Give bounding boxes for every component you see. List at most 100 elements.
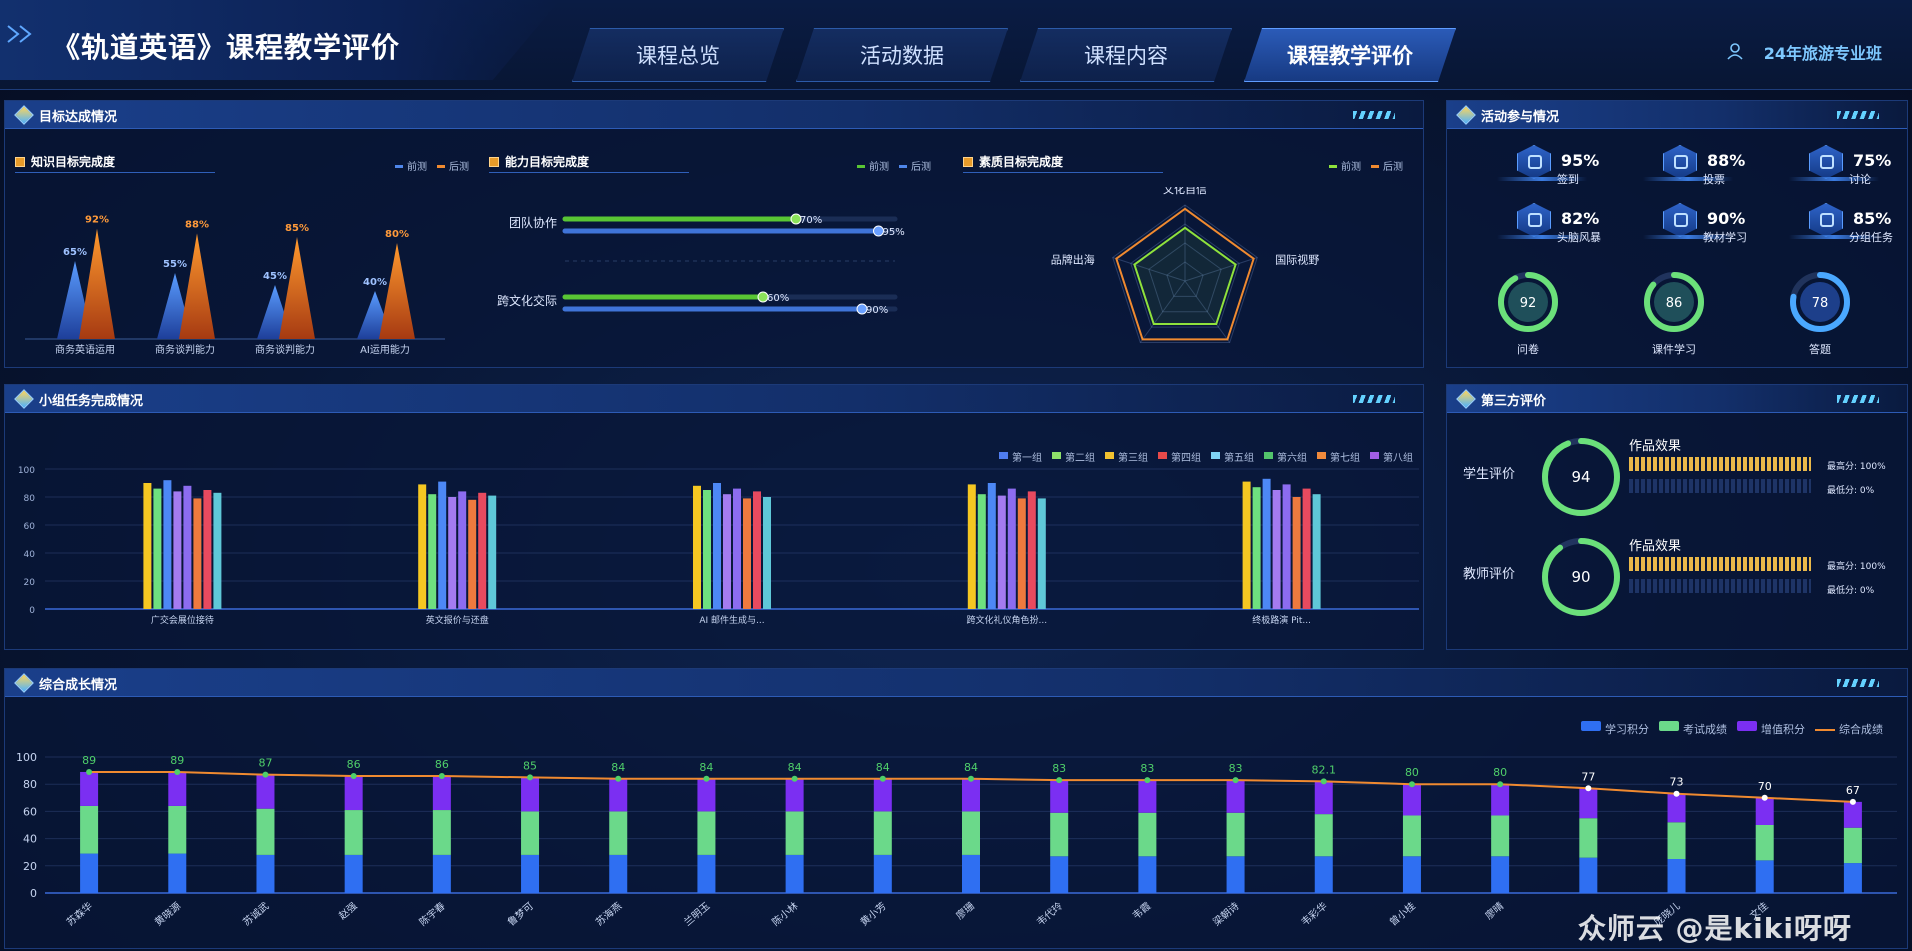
- stacked-bar: [1226, 780, 1245, 813]
- knowledge-title: 知识目标完成度: [31, 155, 116, 169]
- panel-title: 综合成长情况: [39, 678, 118, 693]
- y-tick-label: 60: [24, 522, 36, 532]
- dashboard: 《轨道英语》课程教学评价 课程总览 活动数据 课程内容 课程教学评价 24年旅游…: [0, 0, 1912, 951]
- total-score-point: [615, 775, 622, 782]
- student-name: 兰明玉: [681, 899, 712, 928]
- total-score-point: [350, 773, 357, 780]
- stacked-bar: [432, 776, 451, 811]
- total-score-label: 89: [170, 754, 184, 767]
- metric-label: 作品效果: [1629, 439, 1682, 454]
- total-score-label: 84: [964, 761, 978, 774]
- group-bar: [1282, 484, 1291, 609]
- legend-item: 第四组: [1158, 449, 1201, 464]
- tab-course-content[interactable]: 课程内容: [1020, 28, 1232, 82]
- diamond-icon: [14, 389, 34, 409]
- stat-label: 讨论: [1849, 173, 1871, 186]
- min-score-bar: [1629, 579, 1811, 593]
- total-score-label: 82.1: [1312, 763, 1337, 776]
- total-score-label: 84: [876, 761, 890, 774]
- group-bar: [418, 484, 427, 609]
- stacked-bar: [785, 778, 804, 812]
- activity-stat: 90% 教材学习: [1643, 199, 1803, 249]
- evaluation-label: 教师评价: [1463, 567, 1516, 582]
- evaluation-row: 学生评价 94 作品效果 最高分: 100% 最低分: 0%: [1447, 435, 1909, 525]
- user-icon: [1727, 43, 1743, 60]
- total-score-point: [1232, 777, 1239, 784]
- stacked-bar: [256, 854, 275, 893]
- ring-value: 78: [1812, 296, 1829, 311]
- stacked-bar: [521, 811, 540, 855]
- group-bar: [1017, 498, 1026, 609]
- top-header: 《轨道英语》课程教学评价 课程总览 活动数据 课程内容 课程教学评价 24年旅游…: [0, 0, 1912, 90]
- tab-course-overview[interactable]: 课程总览: [572, 28, 784, 82]
- total-score-label: 87: [258, 757, 272, 770]
- third-panel-header: 第三方评价: [1447, 385, 1907, 413]
- group-bar: [448, 497, 457, 609]
- stacked-bar: [873, 778, 892, 812]
- ring-label: 问卷: [1517, 343, 1539, 356]
- knowledge-chart: 65% 92% 商务英语运用 55% 88% 商务谈判能力 45% 85% 商务谈判能力 40% 8…: [25, 215, 445, 356]
- total-score-point: [1761, 794, 1768, 801]
- category-label: AI 邮件生成与...: [699, 614, 764, 626]
- stacked-bar: [1491, 856, 1510, 893]
- student-name: 廖珊: [953, 899, 977, 922]
- y-tick-label: 60: [23, 805, 37, 818]
- stat-value: 82%: [1561, 209, 1600, 228]
- stat-label: 投票: [1703, 173, 1725, 186]
- legend-item: 第七组: [1317, 449, 1360, 464]
- category-label: AI运用能力: [360, 343, 410, 356]
- score-ring: 94: [1542, 438, 1620, 516]
- ring-label: 课件学习: [1652, 343, 1696, 356]
- evaluation-label: 学生评价: [1463, 467, 1516, 482]
- value-label: 70%: [800, 215, 822, 226]
- group-bar: [1302, 488, 1311, 609]
- total-score-label: 67: [1846, 784, 1860, 797]
- category-label: 跨文化交际: [497, 293, 557, 308]
- group-bar: [183, 485, 192, 609]
- tab-teaching-evaluation[interactable]: 课程教学评价: [1244, 28, 1456, 82]
- group-bar: [488, 495, 497, 609]
- group-bar: [1312, 494, 1321, 609]
- tab-activity-data[interactable]: 活动数据: [796, 28, 1008, 82]
- activity-stat: 85% 分组任务: [1789, 199, 1912, 249]
- total-score-point: [879, 775, 886, 782]
- stacked-bar: [1314, 781, 1333, 815]
- stacked-bar: [1579, 857, 1598, 893]
- group-bar: [1262, 478, 1271, 609]
- min-score-label: 最低分: 0%: [1827, 586, 1875, 596]
- total-score-label: 85: [523, 759, 537, 772]
- ability-chart: 团队协作 70% 95% 跨文化交际 60% 90%: [497, 213, 905, 316]
- group-bar: [478, 492, 487, 609]
- diamond-icon: [14, 105, 34, 125]
- total-score-label: 86: [347, 758, 361, 771]
- group-bar: [1027, 491, 1036, 609]
- stacked-bar: [962, 854, 980, 893]
- activity-panel-header: 活动参与情况: [1447, 101, 1907, 129]
- max-score-label: 最高分: 100%: [1827, 462, 1886, 472]
- student-name: 陈小林: [769, 899, 800, 928]
- category-label: 跨文化礼仪角色扮...: [967, 614, 1048, 626]
- stat-value: 90%: [1707, 209, 1746, 228]
- y-tick-label: 20: [23, 860, 37, 873]
- pre-test-label: 45%: [263, 271, 287, 282]
- stacked-bar: [697, 778, 716, 812]
- pre-test-label: 40%: [363, 277, 387, 288]
- max-score-bar: [1629, 457, 1811, 471]
- stacked-bar: [1226, 856, 1245, 893]
- total-score-label: 86: [435, 758, 449, 771]
- total-score-point: [1849, 798, 1856, 805]
- group-bar: [753, 491, 761, 609]
- growth-panel-header: 综合成长情况: [5, 669, 1907, 697]
- total-score-point: [1585, 785, 1592, 792]
- post-test-label: 85%: [285, 223, 309, 234]
- total-score-point: [1408, 781, 1415, 788]
- student-name: 梁朝诗: [1210, 899, 1241, 928]
- post-test-label: 92%: [85, 215, 109, 226]
- third-party-panel: 第三方评价 学生评价 94 作品效果 最高分: 100% 最低分: 0% 教师评价 90 作品…: [1446, 384, 1908, 650]
- total-score-point: [174, 768, 181, 775]
- activity-icon-hex: [1809, 203, 1843, 237]
- y-tick-label: 100: [16, 751, 37, 764]
- stacked-bar: [962, 811, 980, 855]
- group-bar: [438, 481, 447, 609]
- stat-label: 教材学习: [1703, 231, 1747, 244]
